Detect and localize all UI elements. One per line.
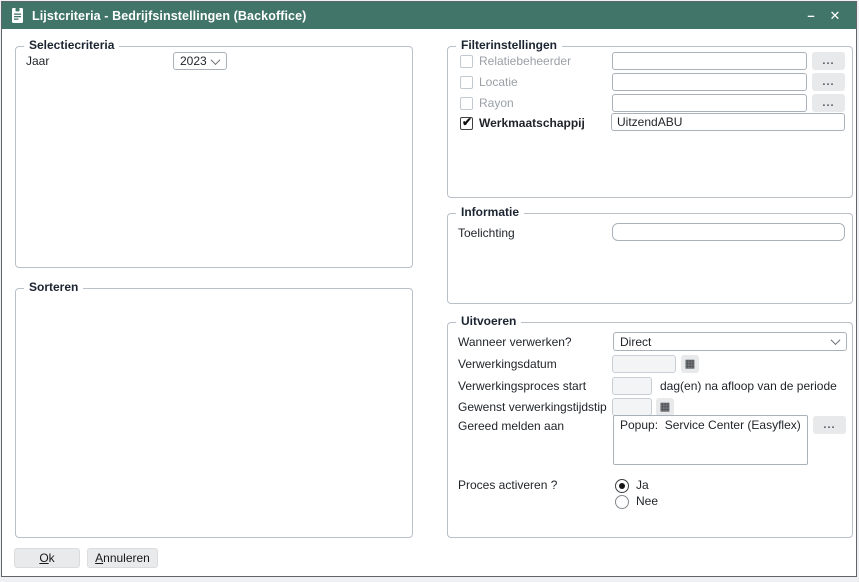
gereed-melden-browse-button[interactable]: ... bbox=[813, 416, 846, 434]
group-selectiecriteria: Selectiecriteria bbox=[15, 46, 413, 268]
jaar-select[interactable]: 2023 bbox=[173, 52, 227, 70]
group-sorteren: Sorteren bbox=[15, 288, 413, 538]
rayon-input[interactable] bbox=[612, 94, 807, 112]
group-informatie-legend: Informatie bbox=[456, 205, 524, 219]
wanneer-verwerken-select[interactable]: Direct bbox=[613, 332, 847, 351]
titlebar: Lijstcriteria - Bedrijfsinstellingen (Ba… bbox=[2, 2, 856, 29]
locatie-checkbox[interactable] bbox=[460, 76, 473, 89]
document-icon bbox=[11, 8, 24, 23]
window-title: Lijstcriteria - Bedrijfsinstellingen (Ba… bbox=[32, 9, 306, 23]
gereed-melden-listbox[interactable]: Popup: Service Center (Easyflex) bbox=[613, 415, 808, 465]
verwerkingsproces-start-label: Verwerkingsproces start bbox=[458, 378, 586, 395]
rayon-checkbox[interactable] bbox=[460, 97, 473, 110]
proces-activeren-label: Proces activeren ? bbox=[458, 477, 557, 494]
relatiebeheerder-checkbox[interactable] bbox=[460, 55, 473, 68]
group-selectiecriteria-legend: Selectiecriteria bbox=[24, 38, 119, 52]
group-uitvoeren-legend: Uitvoeren bbox=[456, 314, 521, 328]
rayon-browse-button[interactable]: ... bbox=[812, 94, 845, 112]
verwerkingsdatum-input[interactable] bbox=[612, 355, 676, 373]
verwerkingsdatum-calendar-button[interactable]: ▦ bbox=[681, 355, 699, 373]
radio-nee[interactable] bbox=[615, 495, 629, 509]
relatiebeheerder-browse-button[interactable]: ... bbox=[812, 52, 845, 70]
relatiebeheerder-label: Relatiebeheerder bbox=[479, 53, 571, 70]
werkmaatschappij-input[interactable] bbox=[611, 113, 845, 131]
locatie-input[interactable] bbox=[612, 73, 807, 91]
gewenst-verwerkingstijdstip-calendar-button[interactable]: ▦ bbox=[656, 398, 674, 416]
group-sorteren-legend: Sorteren bbox=[24, 280, 83, 294]
annuleren-button[interactable]: Annuleren bbox=[87, 548, 158, 568]
relatiebeheerder-input[interactable] bbox=[612, 52, 807, 70]
locatie-label: Locatie bbox=[479, 74, 518, 91]
toelichting-input[interactable] bbox=[612, 223, 845, 241]
verwerkingsdatum-label: Verwerkingsdatum bbox=[458, 356, 557, 373]
wanneer-verwerken-label: Wanneer verwerken? bbox=[458, 334, 572, 351]
chevron-down-icon bbox=[211, 55, 221, 65]
werkmaatschappij-label: Werkmaatschappij bbox=[479, 115, 585, 132]
dialog-window: Lijstcriteria - Bedrijfsinstellingen (Ba… bbox=[1, 1, 857, 577]
calendar-icon: ▦ bbox=[660, 402, 670, 413]
gereed-melden-label: Gereed melden aan bbox=[458, 418, 564, 435]
jaar-label: Jaar bbox=[26, 53, 49, 70]
gewenst-verwerkingstijdstip-label: Gewenst verwerkingstijdstip bbox=[458, 399, 607, 416]
toelichting-label: Toelichting bbox=[458, 225, 515, 242]
rayon-label: Rayon bbox=[479, 95, 514, 112]
ok-button[interactable]: Ok bbox=[14, 548, 80, 568]
chevron-down-icon bbox=[831, 335, 841, 345]
group-filterinstellingen-legend: Filterinstellingen bbox=[456, 38, 562, 52]
calendar-icon: ▦ bbox=[685, 359, 695, 370]
locatie-browse-button[interactable]: ... bbox=[812, 73, 845, 91]
gewenst-verwerkingstijdstip-input[interactable] bbox=[612, 398, 652, 416]
jaar-value: 2023 bbox=[180, 54, 207, 68]
radio-ja-label: Ja bbox=[636, 477, 649, 494]
werkmaatschappij-checkbox[interactable]: ✔ bbox=[460, 117, 473, 130]
radio-nee-label: Nee bbox=[636, 493, 658, 510]
check-icon: ✔ bbox=[462, 114, 472, 131]
minimize-button[interactable]: – bbox=[799, 8, 823, 23]
verwerkingsproces-start-suffix: dag(en) na afloop van de periode bbox=[660, 378, 837, 395]
close-button[interactable]: ✕ bbox=[823, 8, 847, 24]
wanneer-verwerken-value: Direct bbox=[620, 335, 651, 349]
radio-ja[interactable] bbox=[615, 479, 629, 493]
verwerkingsproces-start-input[interactable] bbox=[612, 377, 652, 395]
